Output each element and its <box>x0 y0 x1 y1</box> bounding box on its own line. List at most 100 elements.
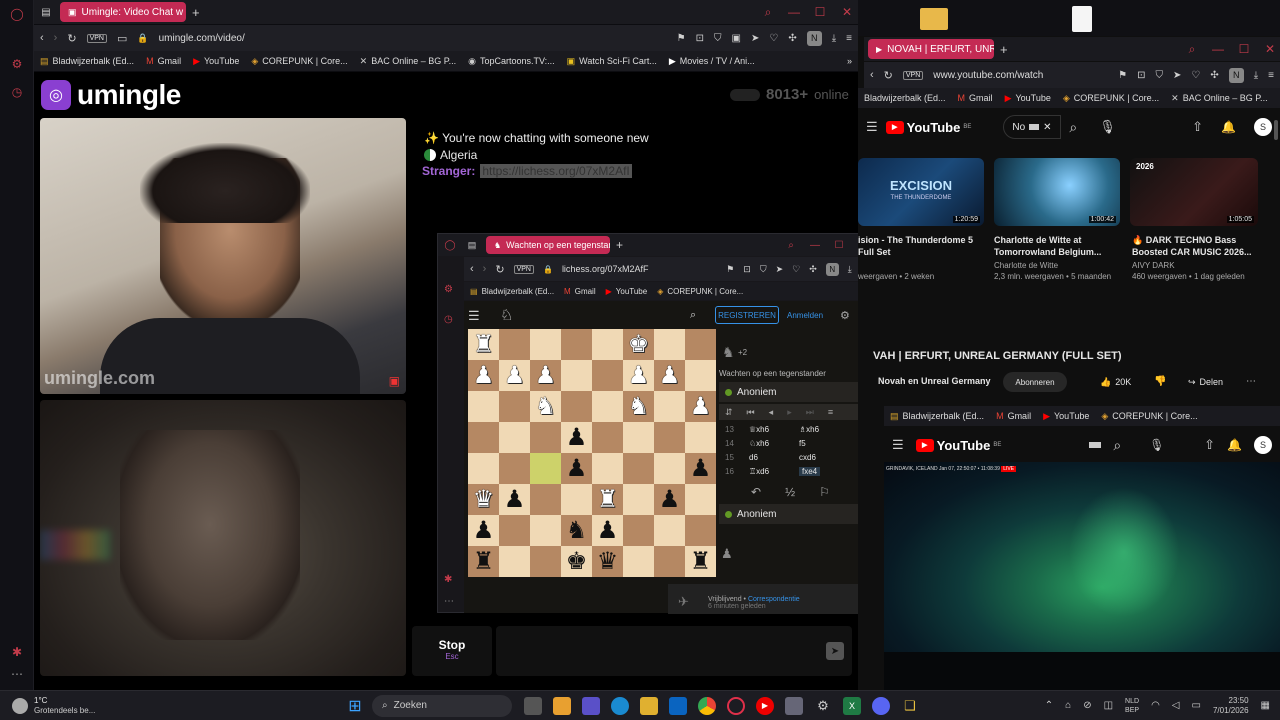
bookmark-item[interactable]: M Gmail <box>958 93 993 103</box>
chess-piece-e3[interactable]: ♜ <box>592 484 623 515</box>
minimize-icon[interactable]: — <box>1208 42 1228 56</box>
board-square-d3[interactable] <box>561 484 592 515</box>
bookmarks-overflow-icon[interactable]: » <box>847 56 858 66</box>
board-square-b5[interactable] <box>499 422 530 453</box>
new-tab-icon[interactable]: + <box>616 238 623 252</box>
chess-piece-g3[interactable]: ♟ <box>654 484 685 515</box>
microphone-icon[interactable]: 🎙 <box>1099 119 1116 135</box>
board-square-f4[interactable] <box>623 453 654 484</box>
share-button[interactable]: ↪ Delen <box>1188 372 1223 392</box>
folder-icon[interactable] <box>920 8 948 30</box>
outlook-icon[interactable] <box>669 696 687 715</box>
back-icon[interactable]: ‹ <box>870 69 874 81</box>
hamburger-icon[interactable]: ☰ <box>468 308 480 324</box>
sidebar-extension-icon[interactable]: ⚙ <box>9 56 25 72</box>
chess-piece-a2[interactable]: ♟ <box>468 515 499 546</box>
prev-move-icon[interactable]: ◂ <box>769 407 774 418</box>
video-title[interactable]: 🔥 DARK TECHNO Bass Boosted CAR MUSIC 202… <box>1132 234 1262 258</box>
keyboard-icon[interactable] <box>1089 442 1102 448</box>
board-square-e6[interactable] <box>592 391 623 422</box>
chess-piece-d5[interactable]: ♟ <box>561 422 592 453</box>
video-thumbnail[interactable]: 2026 1:05:05 <box>1130 158 1258 226</box>
video-channel[interactable]: AIVY DARK <box>1132 261 1262 270</box>
edge-icon[interactable] <box>611 696 629 715</box>
heart-icon[interactable]: ♡ <box>792 264 800 275</box>
board-square-a6[interactable] <box>468 391 499 422</box>
camera-icon[interactable]: ▭ <box>117 32 127 45</box>
video-thumbnail[interactable]: 1:00:42 <box>994 158 1120 226</box>
calculator-icon[interactable] <box>785 696 803 715</box>
tab-menu-icon[interactable]: ▤ <box>464 240 480 251</box>
tray-app-icon[interactable]: ◫ <box>1104 700 1113 711</box>
online-toggle[interactable] <box>730 88 760 101</box>
board-square-h5[interactable] <box>685 422 716 453</box>
close-icon[interactable]: ✕ <box>1260 42 1280 56</box>
chess-piece-d4[interactable]: ♟ <box>561 453 592 484</box>
notification-center-icon[interactable]: ▦ <box>1261 700 1270 711</box>
bookmark-item[interactable]: ✕ BAC Online – BG P... <box>360 56 456 67</box>
tray-bluetooth-icon[interactable]: ⌂ <box>1065 700 1071 711</box>
search-tabs-icon[interactable]: ⌕ <box>1182 42 1202 57</box>
stop-button[interactable]: Stop Esc <box>412 626 492 676</box>
board-square-c1[interactable] <box>530 546 561 577</box>
send-message-icon[interactable]: ➤ <box>826 642 844 660</box>
bookmark-item[interactable]: M Gmail <box>996 411 1031 421</box>
video-title[interactable]: Charlotte de Witte at Tomorrowland Belgi… <box>994 234 1124 258</box>
bookmark-item[interactable]: ◈ COREPUNK | Core... <box>251 56 347 67</box>
microphone-icon[interactable]: 🎙 <box>1149 438 1164 452</box>
video-title[interactable]: ision - The Thunderdome 5 Full Set <box>858 234 988 258</box>
login-link[interactable]: Anmelden <box>787 311 823 320</box>
maximize-icon[interactable]: ☐ <box>830 240 848 251</box>
shield-icon[interactable]: ⛉ <box>1155 70 1163 81</box>
clock[interactable]: 23:50 7/01/2026 <box>1213 696 1249 716</box>
document-icon[interactable] <box>1072 6 1092 32</box>
heart-icon[interactable]: ♡ <box>1191 70 1200 81</box>
profile-avatar[interactable]: N <box>825 262 839 276</box>
more-options-icon[interactable]: ⋯ <box>1246 376 1256 387</box>
draw-offer-button[interactable]: ½ <box>785 485 795 499</box>
chess-piece-h6[interactable]: ♟ <box>685 391 716 422</box>
last-move-icon[interactable]: ⏭ <box>806 407 814 418</box>
chess-piece-a8[interactable]: ♜ <box>468 329 499 360</box>
search-icon[interactable]: ⌕ <box>690 309 696 322</box>
new-tab-icon[interactable]: + <box>192 5 200 20</box>
thumbs-down-icon[interactable]: 👎 <box>1154 376 1166 387</box>
yt-search-input[interactable]: No ✕ <box>1003 115 1062 139</box>
battery-icon[interactable]: ▭ <box>1192 700 1201 711</box>
chess-piece-e2[interactable]: ♟ <box>592 515 623 546</box>
search-icon[interactable]: ⌕ <box>1113 437 1121 454</box>
teams-icon[interactable] <box>582 696 600 715</box>
bookmark-item[interactable]: Bladwijzerbalk (Ed... <box>864 93 946 103</box>
board-square-b2[interactable] <box>499 515 530 546</box>
board-square-g5[interactable] <box>654 422 685 453</box>
board-square-a5[interactable] <box>468 422 499 453</box>
menu-icon[interactable]: ≡ <box>1268 70 1274 81</box>
chess-board[interactable]: ♜ ♚ ♟ ♟ ♟ ♟ ♟ ♞ ♞ ♟ ♟ ♟ ♟ ♛ ♟ ♜ ♟ ♟ ♞ ♟ ♜ ♚ ♛ ♜ <box>468 329 716 577</box>
wifi-icon[interactable]: ◠ <box>1151 700 1160 711</box>
board-square-c2[interactable] <box>530 515 561 546</box>
board-square-c5[interactable] <box>530 422 561 453</box>
board-square-h8[interactable] <box>685 329 716 360</box>
maximize-icon[interactable]: ☐ <box>1234 42 1254 56</box>
snapshot-icon[interactable]: ⊡ <box>1137 70 1145 81</box>
clear-search-icon[interactable]: ✕ <box>1043 122 1051 133</box>
forward-icon[interactable]: › <box>483 263 487 275</box>
tray-mute-icon[interactable]: ⊘ <box>1083 700 1091 711</box>
umingle-logo[interactable]: ◎ umingle <box>41 79 181 111</box>
bookmark-item[interactable]: ▤ Bladwijzerbalk (Ed... <box>890 411 984 422</box>
wallet-icon[interactable]: ▣ <box>732 33 741 44</box>
file-explorer-icon[interactable] <box>640 696 658 715</box>
board-square-g2[interactable] <box>654 515 685 546</box>
youtube-logo[interactable]: ▶ YouTube BE <box>915 438 1001 453</box>
board-square-d7[interactable] <box>561 360 592 391</box>
bookmark-item[interactable]: ◉ TopCartoons.TV:... <box>468 56 555 67</box>
windows-start-icon[interactable]: ⊞ <box>346 697 364 715</box>
search-icon[interactable]: ⌕ <box>1069 119 1077 136</box>
bookmark-item[interactable]: ▶ Movies / TV / Ani... <box>669 56 755 67</box>
youtube-app-icon[interactable]: ▶ <box>756 696 774 715</box>
board-square-c4[interactable] <box>530 453 561 484</box>
notifications-bell-icon[interactable]: 🔔 <box>1227 438 1242 452</box>
upload-icon[interactable]: ⇧ <box>1204 437 1215 453</box>
maximize-icon[interactable]: ☐ <box>810 5 830 19</box>
language-indicator[interactable]: NLD BEP <box>1125 697 1139 715</box>
